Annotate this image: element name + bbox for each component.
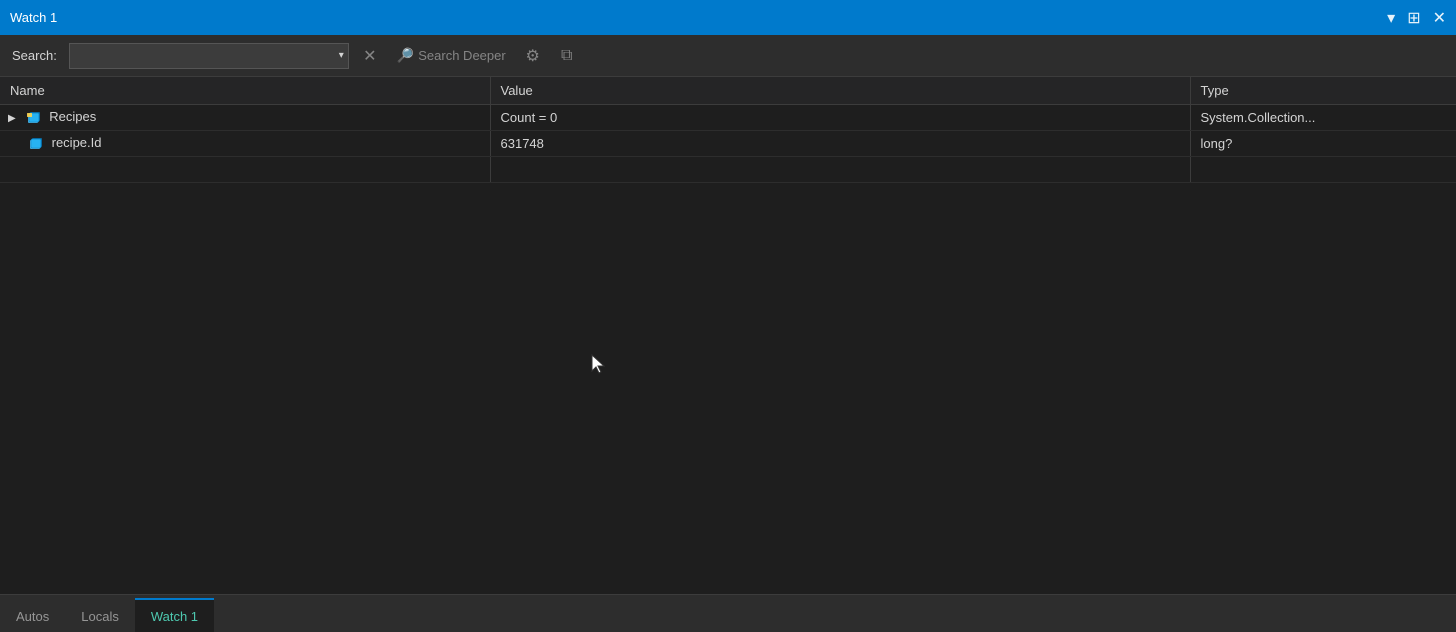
search-label: Search: [12, 48, 57, 63]
cursor-icon [590, 353, 608, 375]
expand-arrow[interactable]: ▶ [8, 113, 22, 124]
settings-icon: ⚙ [526, 46, 540, 66]
tab-autos-label: Autos [16, 609, 49, 624]
value-cell: Count = 0 [490, 105, 1190, 131]
type-cell: long? [1190, 131, 1456, 157]
search-input[interactable] [70, 44, 335, 68]
row-name: recipe.Id [52, 135, 102, 150]
table-row-empty[interactable] [0, 157, 1456, 183]
value-cell: 631748 [490, 131, 1190, 157]
pin-icon[interactable]: ⊞ [1407, 8, 1420, 28]
search-dropdown-button[interactable]: ▾ [335, 50, 348, 61]
close-icon[interactable]: ✕ [1433, 8, 1446, 28]
tab-watch1-label: Watch 1 [151, 609, 198, 624]
tab-locals[interactable]: Locals [65, 598, 135, 632]
row-name: Recipes [49, 109, 96, 124]
empty-type-cell [1190, 157, 1456, 183]
table-header-row: Name Value Type [0, 77, 1456, 105]
watch-table: Name Value Type ▶ Recipes [0, 77, 1456, 183]
name-cell[interactable]: ▶ Recipes [0, 105, 490, 131]
search-input-wrapper[interactable]: ▾ [69, 43, 349, 69]
type-cell: System.Collection... [1190, 105, 1456, 131]
settings-button[interactable]: ⚙ [520, 43, 546, 69]
toolbar: Search: ▾ ✕ 🔎 Search Deeper ⚙ ⧉ [0, 35, 1456, 77]
object-icon [28, 136, 44, 152]
window-title: Watch 1 [10, 10, 57, 25]
collapse-button[interactable]: ⧉ [554, 43, 580, 69]
name-cell[interactable]: recipe.Id [0, 131, 490, 157]
column-header-type: Type [1190, 77, 1456, 105]
title-bar-controls: ▾ ⊞ ✕ [1387, 8, 1446, 28]
clear-icon: ✕ [363, 46, 376, 66]
search-deeper-icon: 🔎 [397, 47, 414, 64]
tab-autos[interactable]: Autos [0, 598, 65, 632]
empty-watch-area[interactable] [0, 183, 1456, 594]
search-deeper-label: Search Deeper [418, 48, 505, 63]
tab-watch1[interactable]: Watch 1 [135, 598, 214, 632]
collapse-icon: ⧉ [561, 47, 572, 65]
table-row[interactable]: recipe.Id 631748 long? [0, 131, 1456, 157]
main-content: Name Value Type ▶ Recipes [0, 77, 1456, 594]
empty-name-cell [0, 157, 490, 183]
column-header-value: Value [490, 77, 1190, 105]
table-row[interactable]: ▶ Recipes Count = 0 System.Collection... [0, 105, 1456, 131]
title-bar: Watch 1 ▾ ⊞ ✕ [0, 0, 1456, 35]
object-icon [26, 110, 42, 126]
tab-bar: Autos Locals Watch 1 [0, 594, 1456, 632]
empty-value-cell [490, 157, 1190, 183]
tab-locals-label: Locals [81, 609, 119, 624]
search-deeper-button[interactable]: 🔎 Search Deeper [391, 45, 512, 66]
dropdown-icon[interactable]: ▾ [1387, 8, 1395, 28]
clear-search-button[interactable]: ✕ [357, 43, 383, 69]
column-header-name: Name [0, 77, 490, 105]
